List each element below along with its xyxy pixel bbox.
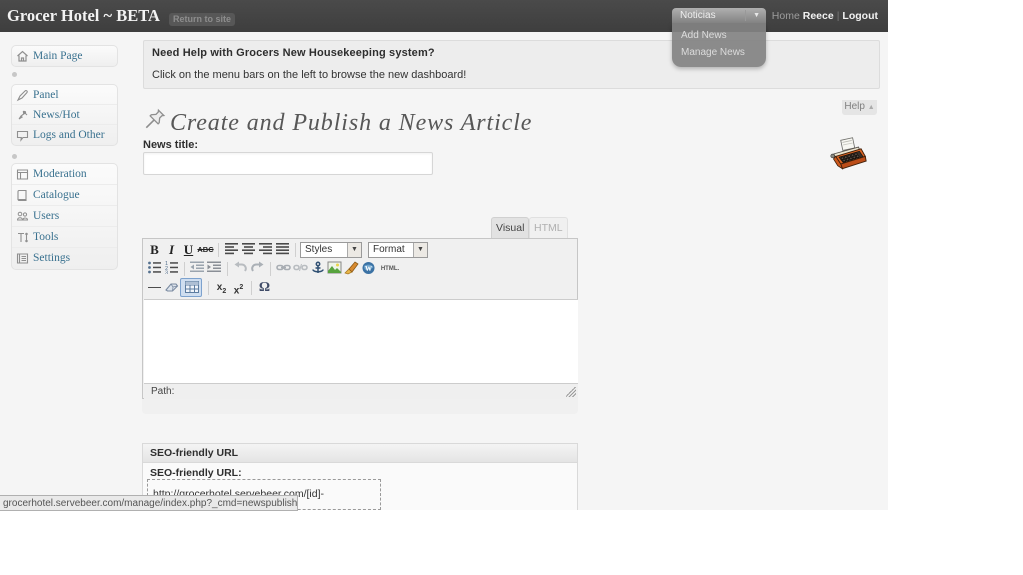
svg-text:3: 3: [165, 271, 168, 275]
svg-text:W: W: [365, 265, 372, 273]
